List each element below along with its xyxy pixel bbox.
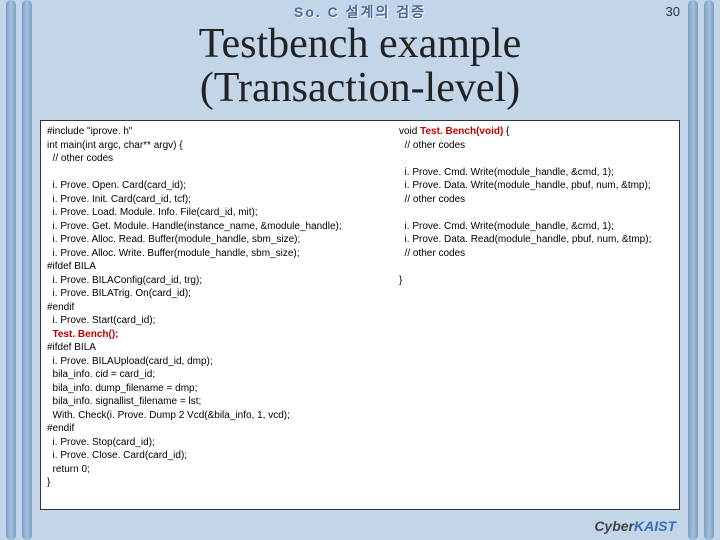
code-line: // other codes (399, 140, 465, 151)
footer-logo: CyberKAIST (594, 518, 676, 534)
code-panel: #include "iprove. h" int main(int argc, … (40, 120, 680, 510)
code-line: i. Prove. Get. Module. Handle(instance_n… (47, 221, 342, 232)
code-line: int main(int argc, char** argv) { (47, 140, 183, 151)
code-line: { (503, 126, 509, 137)
code-line: i. Prove. Alloc. Write. Buffer(module_ha… (47, 248, 300, 259)
code-line: i. Prove. Data. Read(module_handle, pbuf… (399, 234, 651, 245)
code-line: i. Prove. Alloc. Read. Buffer(module_han… (47, 234, 300, 245)
code-line: } (47, 477, 50, 488)
code-line: #ifdef BILA (47, 342, 96, 353)
slide-header: So. C 설계의 검증 (0, 2, 720, 22)
code-line: #ifdef BILA (47, 261, 96, 272)
code-column-right: void Test. Bench(void) { // other codes … (399, 125, 673, 505)
code-line: // other codes (399, 194, 465, 205)
title-line-1: Testbench example (199, 21, 521, 67)
code-line: i. Prove. Start(card_id); (47, 315, 155, 326)
code-line: i. Prove. Cmd. Write(module_handle, &cmd… (399, 221, 614, 232)
footer-logo-cyber: Cyber (594, 518, 634, 534)
code-line: i. Prove. BILATrig. On(card_id); (47, 288, 191, 299)
code-line: i. Prove. Open. Card(card_id); (47, 180, 186, 191)
code-line: #endif (47, 302, 74, 313)
code-line: void (399, 126, 420, 137)
code-line: i. Prove. BILAUpload(card_id, dmp); (47, 356, 213, 367)
code-line-highlight: Test. Bench(); (47, 329, 118, 340)
code-line-highlight: Test. Bench(void) (420, 126, 503, 137)
code-line: i. Prove. Data. Write(module_handle, pbu… (399, 180, 651, 191)
code-column-left: #include "iprove. h" int main(int argc, … (47, 125, 387, 505)
code-line: bila_info. cid = card_id; (47, 369, 155, 380)
code-line: bila_info. dump_filename = dmp; (47, 383, 197, 394)
code-line: i. Prove. BILAConfig(card_id, trg); (47, 275, 202, 286)
code-line: i. Prove. Cmd. Write(module_handle, &cmd… (399, 167, 614, 178)
code-line: #endif (47, 423, 74, 434)
code-line: i. Prove. Stop(card_id); (47, 437, 155, 448)
footer-logo-kaist: KAIST (634, 518, 676, 534)
slide-title: Testbench example (Transaction-level) (0, 22, 720, 110)
code-line: i. Prove. Close. Card(card_id); (47, 450, 187, 461)
code-line: } (399, 275, 402, 286)
code-line: i. Prove. Load. Module. Info. File(card_… (47, 207, 258, 218)
code-line: With. Check(i. Prove. Dump 2 Vcd(&bila_i… (47, 410, 290, 421)
code-line: #include "iprove. h" (47, 126, 132, 137)
code-line: // other codes (399, 248, 465, 259)
code-line: i. Prove. Init. Card(card_id, tcf); (47, 194, 191, 205)
code-line: // other codes (47, 153, 113, 164)
code-line: bila_info. signallist_filename = lst; (47, 396, 201, 407)
code-line: return 0; (47, 464, 90, 475)
title-line-2: (Transaction-level) (200, 65, 520, 111)
